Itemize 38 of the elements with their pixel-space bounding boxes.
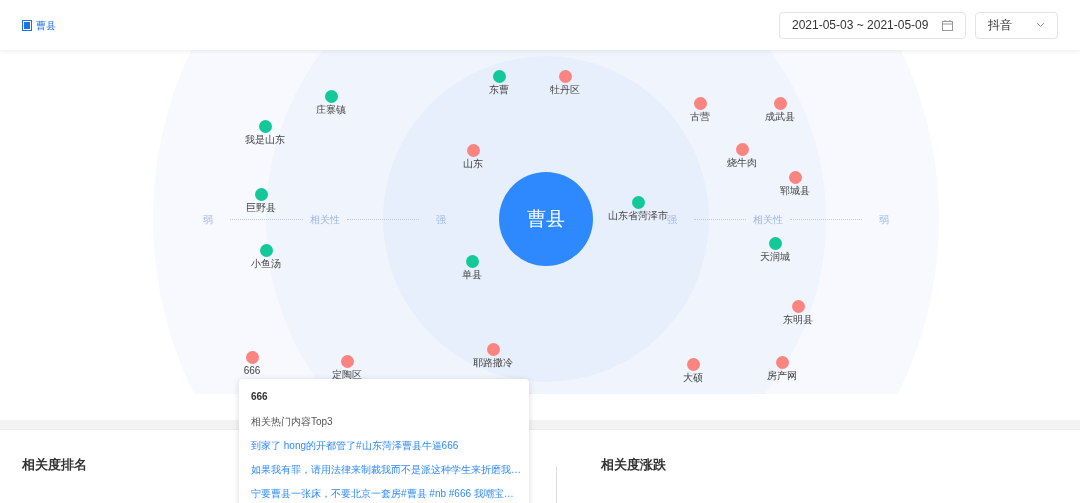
- content-link[interactable]: 到家了 hong的开都管了#山东菏泽曹县牛逼666: [251, 438, 517, 453]
- node-label: 郓城县: [780, 185, 810, 197]
- node-label: 定陶区: [332, 369, 362, 381]
- node-label: 小鱼汤: [251, 258, 281, 270]
- document-icon: [22, 19, 32, 31]
- chevron-down-icon: [1036, 22, 1045, 28]
- node-label: 单县: [462, 269, 482, 281]
- axis-label: 弱: [879, 213, 889, 227]
- content-link[interactable]: 宁要曹县一张床，不要北京一套房#曹县 #nb #666 我嘲宝…: [251, 486, 517, 501]
- axis-label: 相关性: [753, 213, 783, 227]
- node-label: 古营: [690, 111, 710, 123]
- node-label: 山东: [463, 158, 483, 170]
- node-label: 耶路撒冷: [473, 357, 513, 369]
- platform-select[interactable]: 抖音: [975, 11, 1058, 39]
- section-title: 相关度排名: [22, 456, 87, 474]
- section-title: 相关度涨跌: [601, 456, 666, 474]
- axis-label: 强: [667, 214, 677, 227]
- node-label: 东曹: [489, 84, 509, 96]
- tooltip-subtitle: 相关热门内容Top3: [251, 415, 334, 429]
- axis-label: 弱: [203, 213, 213, 227]
- node-label: 烧牛肉: [727, 157, 757, 169]
- axis-label: 强: [436, 213, 446, 227]
- node-label: 巨野县: [246, 202, 276, 214]
- page-title: 曹县: [36, 18, 56, 33]
- node-label: 东明县: [783, 314, 813, 326]
- node-label: 666: [243, 365, 261, 377]
- tooltip-title: 666: [251, 390, 269, 404]
- node-label: 成武县: [765, 111, 795, 123]
- node-label: 牡丹区: [550, 84, 580, 96]
- node-label: 房产网: [767, 370, 797, 382]
- node-label: 山东省菏泽市: [608, 210, 668, 221]
- node-label: 天润城: [760, 251, 790, 263]
- node-label: 我是山东: [245, 134, 285, 146]
- calendar-icon: [942, 19, 953, 31]
- date-range-picker[interactable]: 2021-05-03 ~ 2021-05-09: [779, 11, 966, 39]
- node-label: 大硕: [683, 372, 703, 384]
- axis-label: 相关性: [310, 213, 340, 227]
- node-label: 庄寨镇: [316, 104, 346, 116]
